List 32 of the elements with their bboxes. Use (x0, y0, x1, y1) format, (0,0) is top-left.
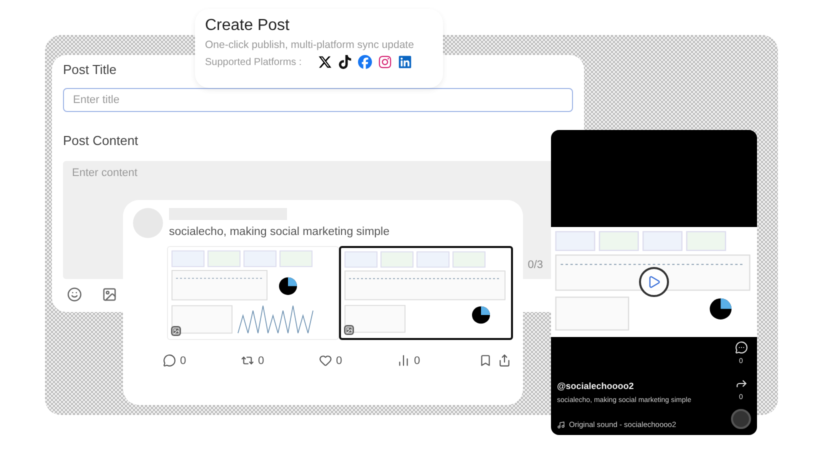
x-letter-icon (318, 55, 332, 69)
speech-bubble-icon (163, 354, 176, 367)
camera-icon (378, 55, 392, 69)
video-handle: @socialechoooo2 (557, 381, 635, 391)
post-action-button[interactable]: 0 (241, 354, 319, 367)
bookmark-icon[interactable] (479, 354, 492, 367)
share-icon[interactable] (498, 354, 511, 367)
bar-chart-icon (397, 354, 410, 367)
comment-icon[interactable] (734, 341, 748, 354)
heart-icon (319, 354, 332, 367)
emoji-icon[interactable] (67, 287, 82, 302)
disc-icon (731, 409, 751, 429)
music-note-icon (557, 420, 565, 428)
image-icon (171, 326, 181, 336)
character-counter: 0/3 (528, 259, 543, 271)
media-icon[interactable] (102, 287, 117, 302)
field-label: Post Title (63, 61, 116, 78)
field-label: Post Content (63, 132, 138, 149)
play-icon (647, 275, 661, 289)
card-title: Create Post (205, 17, 290, 35)
in-letter-icon (398, 55, 412, 69)
post-action-button[interactable]: 0 (397, 354, 475, 367)
card-subtitle: One-click publish, multi-platform sync update (205, 39, 415, 51)
platforms-label: Supported Platforms : (205, 56, 302, 68)
post-action-button[interactable]: 0 (319, 354, 397, 367)
musical-note-icon (338, 55, 352, 69)
title-input-field[interactable]: Enter title (63, 88, 573, 112)
post-action-button[interactable]: 0 (163, 354, 241, 367)
image-icon (344, 325, 354, 335)
share-icon[interactable] (734, 377, 748, 390)
repost-arrows-icon (241, 354, 254, 367)
post-text: socialecho, making social marketing simple (169, 226, 391, 238)
